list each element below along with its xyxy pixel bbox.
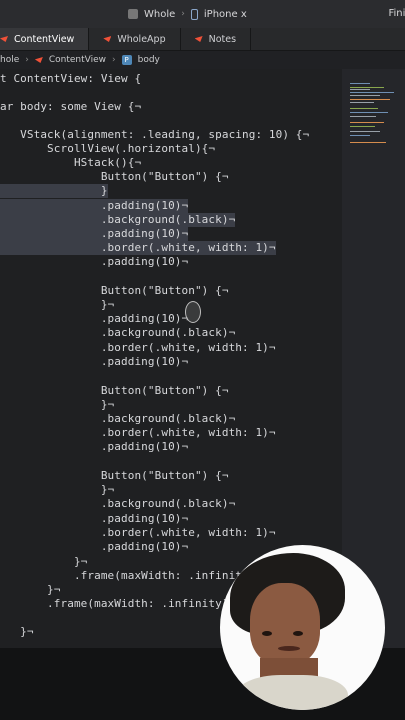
minimap-line bbox=[350, 122, 384, 123]
right-eye bbox=[293, 631, 303, 636]
tab-notes[interactable]: Notes bbox=[181, 28, 252, 50]
tab-contentview[interactable]: ContentView bbox=[0, 28, 90, 50]
breadcrumb-symbol[interactable]: body bbox=[138, 55, 160, 65]
code-line[interactable]: Button("Button") {¬ bbox=[0, 284, 229, 298]
code-line[interactable]: } bbox=[0, 184, 108, 198]
code-line[interactable]: Button("Button") {¬ bbox=[0, 384, 229, 398]
code-line[interactable]: .border(.white, width: 1)¬ bbox=[0, 341, 276, 355]
swift-file-icon bbox=[0, 35, 8, 43]
mouth bbox=[278, 646, 300, 651]
code-line[interactable]: }¬ bbox=[0, 555, 87, 569]
breadcrumb-project[interactable]: hole bbox=[0, 55, 19, 65]
scheme-selector[interactable]: Whole › iPhone x bbox=[128, 6, 247, 22]
code-line[interactable]: VStack(alignment: .leading, spacing: 10)… bbox=[0, 128, 309, 142]
breadcrumb-file[interactable]: ContentView bbox=[49, 55, 106, 65]
code-line[interactable]: Button("Button") {¬ bbox=[0, 469, 229, 483]
editor-tabs: ContentView WholeApp Notes bbox=[0, 28, 405, 51]
status-text: Fini- bbox=[388, 8, 405, 19]
code-line[interactable]: }¬ bbox=[0, 298, 114, 312]
minimap-line bbox=[350, 116, 376, 117]
swift-file-icon bbox=[195, 35, 203, 43]
minimap-line bbox=[350, 135, 370, 136]
window-toolbar: Whole › iPhone x Fini- bbox=[0, 0, 405, 29]
minimap-line bbox=[350, 108, 378, 109]
code-line[interactable]: .padding(10)¬ bbox=[0, 199, 189, 213]
minimap-line bbox=[350, 83, 370, 84]
code-line[interactable]: .border(.white, width: 1)¬ bbox=[0, 241, 276, 255]
code-line[interactable]: .background(.black)¬ bbox=[0, 213, 236, 227]
property-icon: P bbox=[121, 55, 132, 65]
code-line[interactable]: .background(.black)¬ bbox=[0, 326, 235, 340]
minimap-line bbox=[350, 87, 384, 88]
code-line[interactable]: Button("Button") {¬ bbox=[0, 170, 229, 184]
tab-label: ContentView bbox=[14, 33, 75, 45]
code-line[interactable]: .padding(10)¬ bbox=[0, 540, 188, 554]
presenter-webcam bbox=[220, 545, 385, 710]
code-line[interactable]: }¬ bbox=[0, 398, 114, 412]
code-line[interactable]: .padding(10)¬ bbox=[0, 512, 188, 526]
breadcrumb: hole › ContentView › P body bbox=[0, 51, 405, 70]
code-line[interactable]: .background(.black)¬ bbox=[0, 497, 235, 511]
swift-file-icon bbox=[103, 35, 111, 43]
minimap-line bbox=[350, 112, 388, 113]
minimap-line bbox=[350, 126, 375, 127]
tab-wholeapp[interactable]: WholeApp bbox=[89, 28, 181, 50]
scheme-label: Whole bbox=[144, 8, 176, 20]
code-line[interactable]: .padding(10)¬ bbox=[0, 255, 188, 269]
code-line[interactable]: }¬ bbox=[0, 483, 114, 497]
code-line[interactable]: .frame(maxWidth: .infinity)¬ bbox=[0, 597, 235, 611]
code-line[interactable]: .padding(10)¬ bbox=[0, 355, 188, 369]
left-eye bbox=[262, 631, 272, 636]
minimap-line bbox=[350, 102, 374, 103]
code-line[interactable]: HStack(){¬ bbox=[0, 156, 141, 170]
code-line[interactable]: t ContentView: View { bbox=[0, 72, 141, 86]
code-line[interactable]: ScrollView(.horizontal){¬ bbox=[0, 142, 215, 156]
code-line[interactable]: .border(.white, width: 1)¬ bbox=[0, 526, 276, 540]
code-line[interactable]: }¬ bbox=[0, 583, 61, 597]
minimap-line bbox=[350, 131, 380, 132]
chevron-right-icon: › bbox=[112, 55, 116, 65]
scheme-icon bbox=[128, 9, 138, 19]
face bbox=[250, 583, 320, 665]
minimap-line bbox=[350, 92, 394, 93]
text-cursor-icon bbox=[185, 301, 201, 323]
minimap-line bbox=[350, 142, 386, 143]
code-line[interactable]: ar body: some View {¬ bbox=[0, 100, 141, 114]
code-line[interactable]: .padding(10)¬ bbox=[0, 440, 188, 454]
minimap-line bbox=[350, 99, 390, 100]
code-line[interactable]: .border(.white, width: 1)¬ bbox=[0, 426, 276, 440]
device-icon bbox=[190, 8, 198, 20]
chevron-right-icon: › bbox=[181, 9, 185, 19]
device-label: iPhone x bbox=[203, 8, 247, 20]
code-line[interactable]: .frame(maxWidth: .infinity)¬ bbox=[0, 569, 262, 583]
code-line[interactable]: .background(.black)¬ bbox=[0, 412, 235, 426]
code-line[interactable]: .padding(10)¬ bbox=[0, 312, 188, 326]
shirt bbox=[236, 675, 348, 710]
chevron-right-icon: › bbox=[25, 55, 29, 65]
code-line[interactable]: }¬ bbox=[0, 625, 34, 639]
minimap-line bbox=[350, 95, 380, 96]
tab-label: Notes bbox=[208, 33, 237, 45]
minimap-line bbox=[350, 89, 370, 90]
tab-label: WholeApp bbox=[117, 33, 166, 45]
swift-file-icon bbox=[35, 56, 43, 64]
code-line[interactable]: .padding(10)¬ bbox=[0, 227, 189, 241]
